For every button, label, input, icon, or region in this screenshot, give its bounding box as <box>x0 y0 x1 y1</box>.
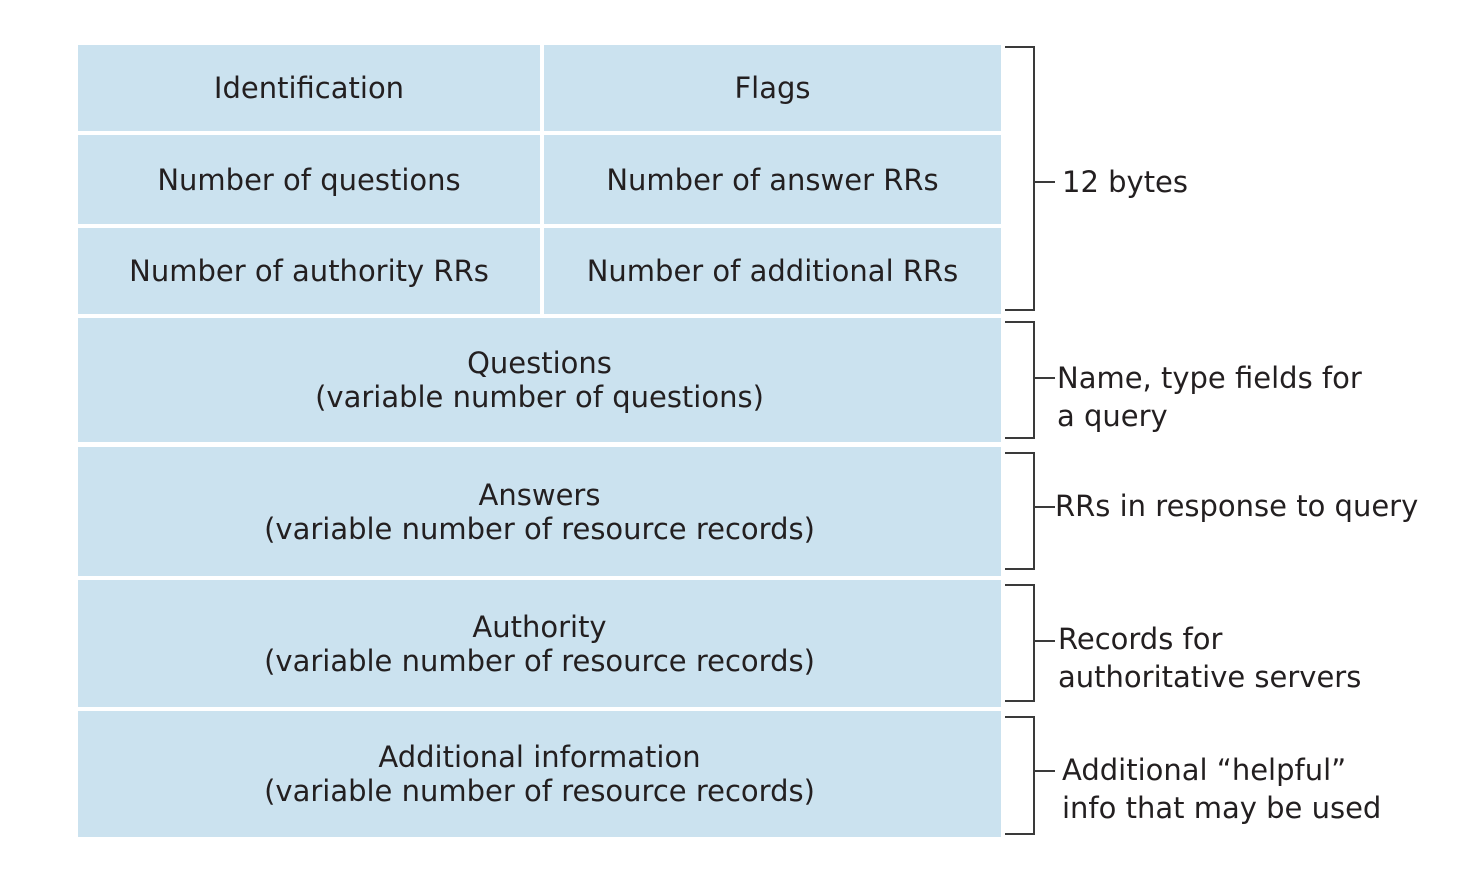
field-label: Number of authority RRs <box>129 254 489 288</box>
section-answers: Answers (variable number of resource rec… <box>78 447 1001 576</box>
section-detail: (variable number of resource records) <box>264 774 815 808</box>
bracket-tick <box>1035 506 1055 508</box>
field-number-of-authority-rrs: Number of authority RRs <box>78 228 540 314</box>
field-number-of-additional-rrs: Number of additional RRs <box>544 228 1001 314</box>
field-number-of-answer-rrs: Number of answer RRs <box>544 135 1001 224</box>
bracket-additional <box>1005 716 1035 835</box>
field-label: Number of questions <box>157 162 461 197</box>
section-title: Authority <box>472 609 607 644</box>
section-title: Answers <box>478 477 601 512</box>
bracket-tick <box>1035 640 1055 642</box>
annotation-questions: Name, type fields for a query <box>1057 361 1362 433</box>
annotation-authority: Records for authoritative servers <box>1058 622 1362 694</box>
field-label: Flags <box>734 71 811 105</box>
section-detail: (variable number of questions) <box>315 380 764 414</box>
annotation-header-size: 12 bytes <box>1062 165 1189 199</box>
field-label: Identification <box>213 71 405 105</box>
annotation-answers: RRs in response to query <box>1055 489 1419 523</box>
section-detail: (variable number of resource records) <box>264 511 815 546</box>
bracket-answers <box>1005 452 1035 570</box>
bracket-tick <box>1035 377 1055 379</box>
section-title: Additional information <box>378 740 701 774</box>
bracket-tick <box>1035 770 1055 772</box>
section-authority: Authority (variable number of resource r… <box>78 580 1001 707</box>
section-detail: (variable number of resource records) <box>264 643 815 678</box>
section-additional-information: Additional information (variable number … <box>78 711 1001 837</box>
field-label: Number of answer RRs <box>606 162 939 197</box>
field-number-of-questions: Number of questions <box>78 135 540 224</box>
section-title: Questions <box>467 346 612 380</box>
bracket-questions <box>1005 321 1035 439</box>
field-identification: Identification <box>78 45 540 131</box>
bracket-header <box>1005 46 1035 311</box>
annotation-additional: Additional “helpful” info that may be us… <box>1062 753 1382 825</box>
bracket-authority <box>1005 584 1035 702</box>
field-label: Number of additional RRs <box>586 254 959 288</box>
field-flags: Flags <box>544 45 1001 131</box>
bracket-tick <box>1035 181 1055 183</box>
section-questions: Questions (variable number of questions) <box>78 318 1001 442</box>
